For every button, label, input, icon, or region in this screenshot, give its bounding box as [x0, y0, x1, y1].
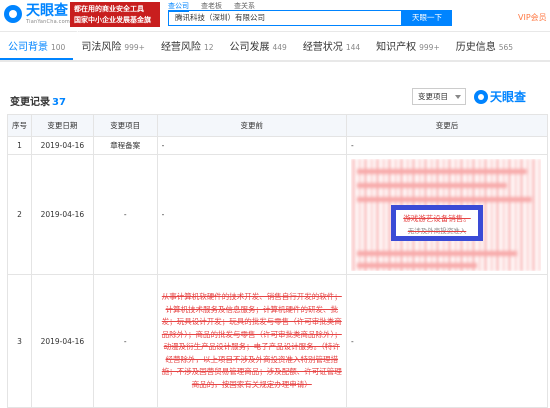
- cell-before: -: [156, 154, 348, 275]
- cell-item: -: [92, 274, 158, 408]
- cell-after: 游戏游艺设备销售。 无涉及外商投资准入: [346, 154, 548, 275]
- tab-history[interactable]: 历史信息 565: [448, 36, 521, 60]
- blurred-content: 游戏游艺设备销售。 无涉及外商投资准入: [351, 158, 541, 271]
- cell-no: 3: [7, 274, 32, 408]
- cell-after: -: [346, 274, 548, 408]
- main-tabs: 公司背景 100 司法风险 999+ 经营风险 12 公司发展 449 经营状况 144 …: [0, 36, 550, 62]
- col-header-no: 序号: [7, 114, 32, 137]
- top-bar: 天眼查 TianYanCha.com 都在用的商业安全工具 国家中小企业发展基金…: [0, 0, 550, 35]
- logo[interactable]: 天眼查 TianYanCha.com: [4, 3, 70, 25]
- change-records-table: 序号 变更日期 变更项目 变更前 变更后 1 2019-04-16 章程备案 -…: [7, 114, 548, 408]
- cell-date: 2019-04-16: [30, 154, 94, 275]
- chevron-down-icon: [455, 95, 461, 99]
- cell-no: 1: [7, 136, 32, 155]
- tab-operation-status[interactable]: 经营状况 144: [295, 36, 368, 60]
- highlight-text: 游戏游艺设备销售。: [403, 213, 471, 223]
- table-row: 1 2019-04-16 章程备案 - -: [7, 136, 548, 155]
- logo-url: TianYanCha.com: [26, 19, 70, 25]
- cell-item: -: [92, 154, 158, 275]
- search-input[interactable]: 腾讯科技（深圳）有限公司: [168, 10, 402, 26]
- tab-company-background[interactable]: 公司背景 100: [0, 36, 74, 60]
- tab-legal-risk[interactable]: 司法风险 999+: [73, 36, 153, 60]
- vip-link[interactable]: VIP会员: [518, 12, 547, 23]
- section-title: 变更记录 37: [10, 97, 66, 108]
- tab-operation-risk[interactable]: 经营风险 12: [153, 36, 222, 60]
- promo-line2: 国家中小企业发展基金旗下: [74, 16, 151, 35]
- table-row: 3 2019-04-16 - 从事计算机软硬件的技术开发、销售自行开发的软件；计…: [7, 274, 548, 408]
- highlight-box: 游戏游艺设备销售。 无涉及外商投资准入: [391, 204, 483, 241]
- col-header-date: 变更日期: [30, 114, 94, 137]
- cell-no: 2: [7, 154, 32, 275]
- cell-date: 2019-04-16: [30, 274, 94, 408]
- cell-item: 章程备案: [92, 136, 158, 155]
- cell-before: -: [156, 136, 348, 155]
- cell-before-struck: 从事计算机软硬件的技术开发、销售自行开发的软件；计算机技术服务及信息服务；计算机…: [156, 274, 348, 408]
- col-header-before: 变更前: [156, 114, 348, 137]
- cell-date: 2019-04-16: [30, 136, 94, 155]
- record-count: 37: [52, 97, 66, 108]
- eye-logo-icon: [4, 5, 22, 23]
- search-button[interactable]: 天眼一下: [402, 10, 452, 26]
- highlight-faint-text: 无涉及外商投资准入: [407, 226, 467, 235]
- table-row: 2 2019-04-16 - - 游戏游艺设备销售。 无涉及外商投资准入: [7, 154, 548, 275]
- tab-intellectual-property[interactable]: 知识产权 999+: [368, 36, 448, 60]
- eye-watermark-icon: [474, 89, 488, 104]
- tab-company-development[interactable]: 公司发展 449: [221, 36, 294, 60]
- promo-banner[interactable]: 都在用的商业安全工具 国家中小企业发展基金旗下: [70, 2, 160, 35]
- col-header-after: 变更后: [346, 114, 548, 137]
- cell-after: -: [346, 136, 548, 155]
- change-item-select[interactable]: 变更项目: [412, 88, 466, 105]
- logo-text: 天眼查: [26, 3, 68, 19]
- watermark-logo: 天眼查: [474, 88, 526, 105]
- promo-line1: 都在用的商业安全工具: [74, 5, 144, 13]
- col-header-item: 变更项目: [92, 114, 158, 137]
